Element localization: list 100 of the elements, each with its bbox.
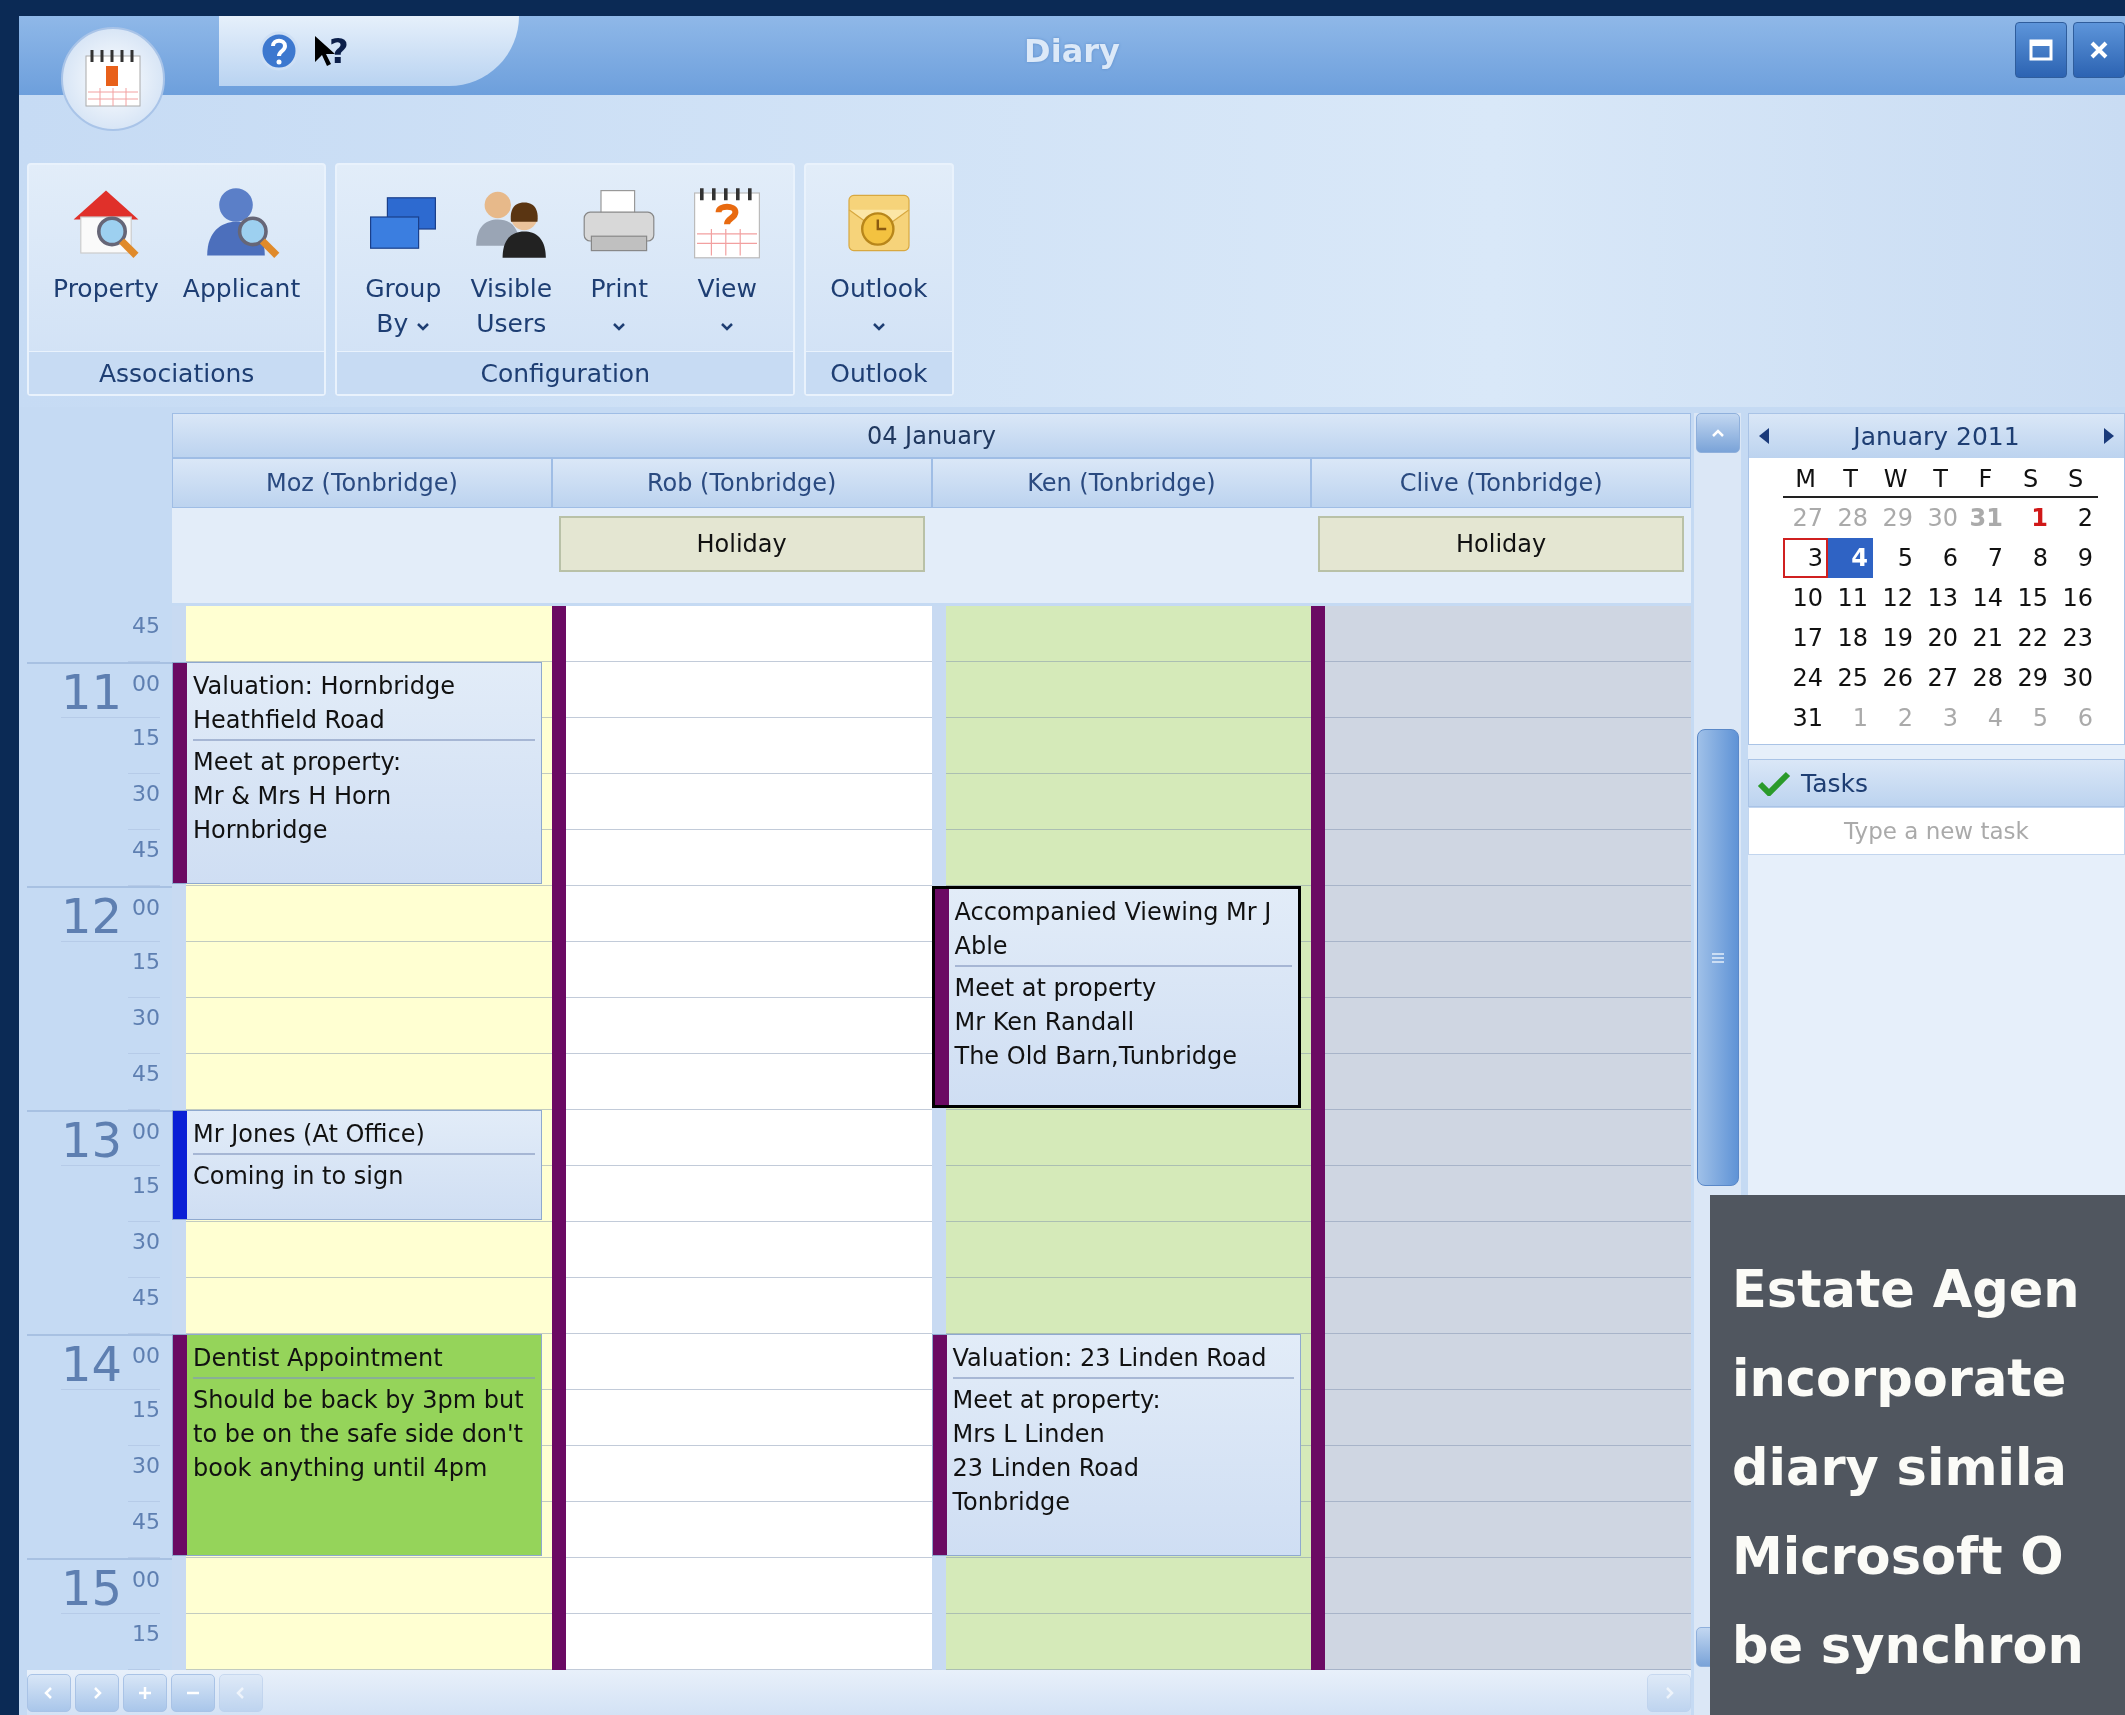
appointment[interactable]: Dentist Appointment Should be back by 3pm but to be on the safe side don't book anything until 4pm [172, 1334, 542, 1556]
calendar-day[interactable]: 24 [1783, 658, 1828, 698]
calendar-day[interactable]: 3 [1783, 538, 1828, 578]
calendar-day[interactable]: 27 [1918, 658, 1963, 698]
weekday-label: F [1963, 462, 2008, 498]
caption-line: be synchron [1732, 1615, 2085, 1677]
calendar-day[interactable]: 29 [2008, 658, 2053, 698]
calendar-day[interactable]: 22 [2008, 618, 2053, 658]
ribbon-button[interactable]: Print [573, 177, 666, 351]
zoom-in-button[interactable] [123, 1673, 167, 1712]
calendar-day[interactable]: 8 [2008, 538, 2053, 578]
appointment-title: Valuation: Hornbridge Heathfield Road [193, 669, 535, 741]
calendar-day[interactable]: 12 [1873, 578, 1918, 618]
calendar-day[interactable]: 19 [1873, 618, 1918, 658]
all-day-event[interactable]: Holiday [1318, 516, 1684, 572]
appointment[interactable]: Valuation: 23 Linden Road Meet at property: Mrs L Linden 23 Linden Road Tonbridge [931, 1334, 1302, 1556]
minute-label: 30 [131, 1004, 160, 1032]
user-column-header[interactable]: Ken (Tonbridge) [931, 458, 1312, 508]
scroll-thumb[interactable] [1696, 729, 1739, 1186]
calendar-day[interactable]: 30 [2053, 658, 2098, 698]
close-button[interactable] [2073, 22, 2125, 78]
weekday-label: S [2053, 462, 2098, 498]
calendar-day[interactable]: 28 [1963, 658, 2008, 698]
minute-label: 15 [131, 1396, 160, 1424]
caret-icon [612, 322, 627, 332]
calendar-day[interactable]: 16 [2053, 578, 2098, 618]
hour-label: 13 [60, 1112, 122, 1168]
ribbon-button[interactable]: Outlook [826, 177, 932, 351]
month-label: January 2011 [1853, 421, 2020, 451]
calendar-day[interactable]: 31 [1783, 698, 1828, 738]
day-column[interactable] [551, 606, 932, 1670]
help-icon[interactable] [259, 31, 299, 71]
calendar-day[interactable]: 5 [1873, 538, 1918, 578]
calendar-day[interactable]: 9 [2053, 538, 2098, 578]
day-column[interactable] [1311, 606, 1691, 1670]
calendar-day[interactable]: 26 [1873, 658, 1918, 698]
ribbon-button[interactable]: Visible Users [465, 177, 558, 351]
all-day-area[interactable]: Holiday [551, 508, 932, 603]
caption-line: diary simila [1732, 1437, 2068, 1499]
appointment-title: Mr Jones (At Office) [193, 1117, 535, 1155]
all-day-event[interactable]: Holiday [558, 516, 925, 572]
plus-icon [137, 1684, 153, 1701]
calendar-day[interactable]: 17 [1783, 618, 1828, 658]
all-day-area[interactable]: Holiday [1311, 508, 1691, 603]
minute-label: 45 [131, 836, 160, 864]
minute-label: 30 [131, 780, 160, 808]
hour-label: 12 [60, 888, 122, 944]
calendar-day[interactable]: 15 [2008, 578, 2053, 618]
calendar-day[interactable]: 14 [1963, 578, 2008, 618]
weekday-label: W [1873, 462, 1918, 498]
minute-label: 45 [131, 1284, 160, 1312]
appointment-details: Coming in to sign [193, 1161, 405, 1192]
grip-icon [1709, 951, 1726, 964]
minute-label: 30 [131, 1452, 160, 1480]
help-cursor-label[interactable]: ? [329, 31, 349, 71]
minute-label: 15 [131, 724, 160, 752]
calendar-day[interactable]: 2 [2053, 498, 2098, 538]
appointment[interactable]: Valuation: Hornbridge Heathfield Road Meet at property: Mr & Mrs H Horn Hornbridge [172, 662, 542, 884]
caption-line: Estate Agen [1732, 1259, 2081, 1321]
tasks-title: Tasks [1801, 768, 1868, 798]
user-column-header[interactable]: Moz (Tonbridge) [172, 458, 552, 508]
next-month-icon[interactable] [2102, 426, 2116, 446]
calendar-day[interactable]: 4 [1828, 538, 1873, 578]
ribbon-button[interactable]: View [681, 177, 774, 351]
calendar-day[interactable]: 23 [2053, 618, 2098, 658]
caption-line: incorporate [1732, 1348, 2068, 1410]
group-label: Outlook [806, 351, 952, 394]
weekday-label: S [2008, 462, 2053, 498]
calendar-day[interactable]: 25 [1828, 658, 1873, 698]
ribbon-button[interactable]: Applicant [178, 177, 305, 351]
calendar-day[interactable]: 10 [1783, 578, 1828, 618]
caret-icon [720, 322, 735, 332]
calendar-day[interactable]: 20 [1918, 618, 1963, 658]
minute-label: 45 [131, 612, 160, 640]
calendar-day[interactable]: 11 [1828, 578, 1873, 618]
new-task-field[interactable]: Type a new task [1748, 807, 2125, 855]
caption-line: Microsoft O [1732, 1526, 2065, 1588]
caret-icon [871, 322, 886, 332]
maximize-button[interactable] [2015, 22, 2067, 78]
appointment-details: Meet at property: Mrs L Linden 23 Linden Road Tonbridge [952, 1385, 1162, 1518]
calendar-day[interactable]: 7 [1963, 538, 2008, 578]
appointment[interactable]: Accompanied Viewing Mr J Able Meet at property Mr Ken Randall The Old Barn,Tunbridge [931, 886, 1302, 1108]
hour-label: 11 [60, 664, 122, 720]
maximize-icon [2029, 39, 2053, 61]
ribbon-button[interactable]: Property [49, 177, 163, 351]
user-column-header[interactable]: Clive (Tonbridge) [1311, 458, 1691, 508]
previous-month-icon[interactable] [1757, 426, 1771, 446]
calendar-day[interactable]: 6 [1918, 538, 1963, 578]
user-column-header[interactable]: Rob (Tonbridge) [551, 458, 932, 508]
scroll-up-button[interactable] [1695, 413, 1740, 453]
ribbon-button[interactable]: Group By [357, 177, 450, 351]
calendar-day[interactable]: 1 [2008, 498, 2053, 538]
close-icon [2089, 40, 2109, 60]
calendar-day[interactable]: 13 [1918, 578, 1963, 618]
calendar-day[interactable]: 21 [1963, 618, 2008, 658]
appointment[interactable]: Mr Jones (At Office) Coming in to sign [172, 1110, 542, 1220]
weekday-label: T [1828, 462, 1873, 498]
minute-label: 15 [131, 948, 160, 976]
calendar-day[interactable]: 18 [1828, 618, 1873, 658]
appointment-title: Valuation: 23 Linden Road [952, 1341, 1295, 1379]
